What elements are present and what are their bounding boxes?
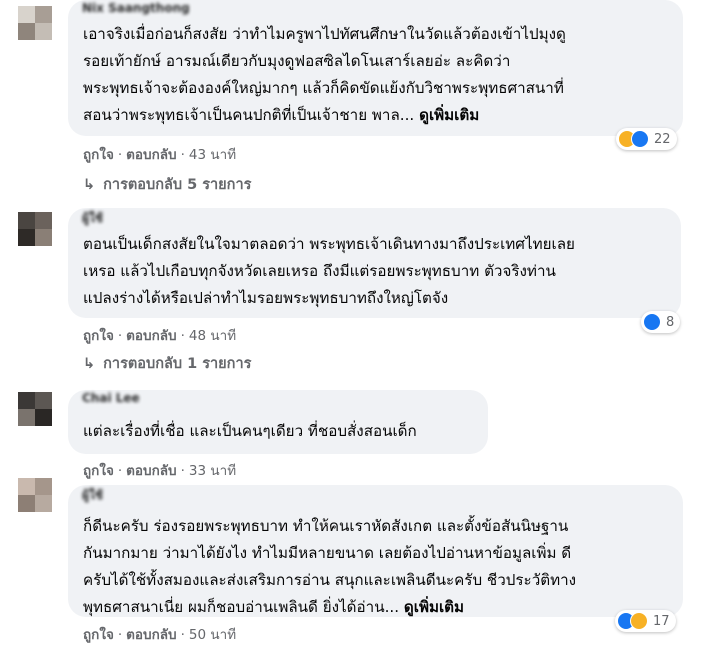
reaction-summary[interactable]: 8 bbox=[641, 311, 681, 333]
comment-time[interactable]: 50 นาที bbox=[189, 627, 236, 643]
like-icon bbox=[643, 313, 661, 331]
comment-text: ก็ดีนะครับ ร่องรอยพระพุทธบาท ทำให้คนเราห… bbox=[83, 517, 577, 616]
reaction-summary[interactable]: 17 bbox=[615, 610, 676, 632]
reply-button[interactable]: ตอบกลับ bbox=[126, 463, 176, 479]
see-more-link[interactable]: ดูเพิ่มเติม bbox=[419, 106, 479, 124]
comment-time[interactable]: 48 นาที bbox=[189, 328, 236, 344]
avatar[interactable] bbox=[18, 478, 52, 512]
reply-button[interactable]: ตอบกลับ bbox=[126, 328, 176, 344]
reaction-summary[interactable]: 22 bbox=[616, 128, 677, 150]
like-button[interactable]: ถูกใจ bbox=[83, 328, 114, 344]
see-more-link[interactable]: ดูเพิ่มเติม bbox=[404, 598, 464, 616]
comment-actions: ถูกใจ · ตอบกลับ · 50 นาที bbox=[83, 627, 237, 643]
avatar[interactable] bbox=[18, 6, 52, 40]
like-button[interactable]: ถูกใจ bbox=[83, 147, 114, 163]
comment-author[interactable]: Chai Lee bbox=[82, 391, 140, 405]
comment-actions: ถูกใจ · ตอบกลับ · 48 นาที bbox=[83, 328, 237, 344]
like-icon bbox=[631, 130, 649, 148]
reply-arrow-icon: ↳ bbox=[83, 177, 96, 193]
comment-actions: ถูกใจ · ตอบกลับ · 33 นาที bbox=[83, 463, 237, 479]
like-button[interactable]: ถูกใจ bbox=[83, 627, 114, 643]
like-button[interactable]: ถูกใจ bbox=[83, 463, 114, 479]
view-replies-link[interactable]: ↳ การตอบกลับ 1 รายการ bbox=[83, 352, 251, 375]
comment-text: แต่ละเรื่องที่เชื่อ และเป็นคนๆเดียว ที่ช… bbox=[83, 422, 417, 440]
comment-text: เอาจริงเมื่อก่อนก็สงสัย ว่าทำไมครูพาไปทั… bbox=[83, 25, 566, 124]
wow-icon bbox=[630, 612, 648, 630]
comment-time[interactable]: 43 นาที bbox=[189, 147, 236, 163]
comment-bubble: Nix Saangthong เอาจริงเมื่อก่อนก็สงสัย ว… bbox=[68, 0, 683, 136]
view-replies-link[interactable]: ↳ การตอบกลับ 5 รายการ bbox=[83, 173, 251, 196]
avatar[interactable] bbox=[18, 392, 52, 426]
comment-text: ตอนเป็นเด็กสงสัยในใจมาตลอดว่า พระพุทธเจ้… bbox=[83, 235, 575, 307]
reaction-count: 17 bbox=[653, 613, 670, 629]
comment-author[interactable]: Nix Saangthong bbox=[82, 1, 190, 15]
reaction-count: 8 bbox=[666, 314, 675, 330]
comment-actions: ถูกใจ · ตอบกลับ · 43 นาที bbox=[83, 147, 237, 163]
comment-bubble: ผู้ใช้ ตอนเป็นเด็กสงสัยในใจมาตลอดว่า พระ… bbox=[68, 208, 681, 318]
comment-bubble: ผู้ใช้ ก็ดีนะครับ ร่องรอยพระพุทธบาท ทำให… bbox=[68, 485, 683, 617]
comment-bubble: Chai Lee แต่ละเรื่องที่เชื่อ และเป็นคนๆเ… bbox=[68, 390, 488, 454]
reply-button[interactable]: ตอบกลับ bbox=[126, 627, 176, 643]
reply-arrow-icon: ↳ bbox=[83, 356, 96, 372]
reply-button[interactable]: ตอบกลับ bbox=[126, 147, 176, 163]
comment-time[interactable]: 33 นาที bbox=[189, 463, 236, 479]
avatar[interactable] bbox=[18, 212, 52, 246]
reaction-count: 22 bbox=[654, 131, 671, 147]
comment-author[interactable]: ผู้ใช้ bbox=[82, 486, 103, 505]
comment-author[interactable]: ผู้ใช้ bbox=[82, 209, 103, 228]
